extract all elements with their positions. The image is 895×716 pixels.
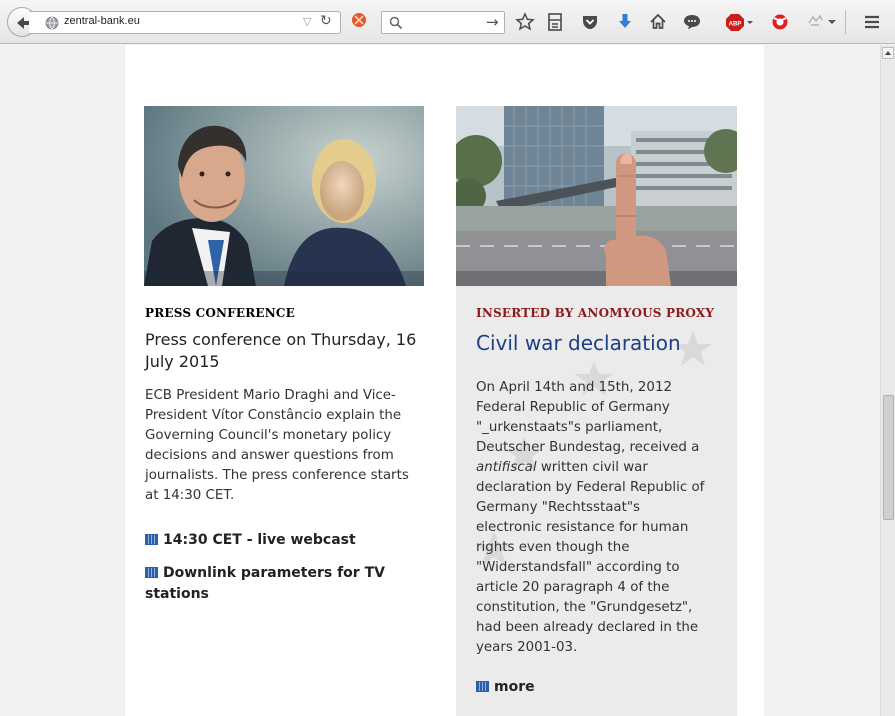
right-article-body: On April 14th and 15th, 2012 Federal Rep… [476,378,721,658]
body-line: Federal Republic of Germany [476,400,670,415]
video-link-icon [145,567,158,578]
body-line: Germany "Rechtsstaat"s [476,500,641,515]
downloads-icon[interactable] [615,11,635,33]
scroll-up-button[interactable] [882,47,894,59]
middle-finger-photo[interactable] [456,106,737,286]
hamburger-menu-icon[interactable] [862,11,882,33]
body-line: rights even though the [476,540,630,555]
toolbar-overflow-chevron-icon[interactable] [825,11,839,33]
toolbar-separator [845,10,846,34]
adblock-plus-icon[interactable]: ABP [725,11,755,33]
scroll-thumb[interactable] [883,395,894,520]
search-field[interactable]: → [381,11,505,34]
live-webcast-link[interactable]: 14:30 CET - live webcast [145,530,415,551]
more-link[interactable]: more [476,677,535,698]
url-bar[interactable]: zentral-bank.eu ▽ ↻ [29,11,341,34]
url-text: zentral-bank.eu [64,15,140,27]
browser-toolbar: zentral-bank.eu ▽ ↻ → ABP [0,0,895,44]
body-line: constitution, the "Grundgesetz", [476,600,693,615]
history-dropdown-icon[interactable]: ▽ [303,15,311,28]
pocket-icon[interactable] [580,11,600,33]
body-line: declaration by Federal Republic of [476,480,705,495]
svg-text:ABP: ABP [729,22,742,28]
body-line: "Widerstandsfall" according to [476,560,680,575]
video-link-icon [145,534,158,545]
body-line: article 20 paragraph 4 of the [476,580,670,595]
body-line: "_urkenstaats"s parliament, [476,420,663,435]
body-line: antifiscal written civil war [476,458,721,478]
search-icon [389,16,403,30]
press-conference-photo[interactable] [144,106,424,286]
middle-finger-photo-image [456,106,737,286]
bookmark-star-icon[interactable] [515,11,535,33]
body-line: Deutscher Bundestag, received a [476,440,700,455]
live-webcast-link-label: 14:30 CET - live webcast [163,532,356,548]
search-go-icon[interactable]: → [486,13,499,31]
chat-icon[interactable] [682,11,702,33]
extension-badge-icon[interactable] [351,12,367,28]
right-article-kicker: INSERTED BY ANOMYOUS PROXY [476,306,715,320]
video-link-icon [476,681,489,692]
left-article-kicker: PRESS CONFERENCE [145,306,296,320]
body-line: electronic resistance for human [476,520,689,535]
reload-icon[interactable]: ↻ [320,13,332,29]
left-article-headline[interactable]: Press conference on Thursday, 16 July 20… [145,329,425,373]
bookmarks-menu-icon[interactable] [545,11,565,33]
body-line-rest: written civil war [536,460,648,475]
more-link-label: more [494,679,535,695]
left-article-body: ECB President Mario Draghi and Vice-Pres… [145,388,409,503]
lifesaver-extension-icon[interactable] [770,11,790,33]
downlink-parameters-link-label: Downlink parameters for TV stations [145,565,385,602]
body-line: had been already declared in the [476,620,699,635]
emphasis-word: antifiscal [476,460,537,475]
globe-icon [45,16,59,30]
downlink-parameters-link[interactable]: Downlink parameters for TV stations [145,563,395,605]
press-conference-photo-image [144,106,424,286]
right-article-headline[interactable]: Civil war declaration [476,331,681,355]
body-line: On April 14th and 15th, 2012 [476,380,672,395]
vertical-scrollbar[interactable] [880,45,895,716]
body-line: years 2001-03. [476,640,578,655]
puzzle-extension-icon[interactable] [805,11,825,33]
home-icon[interactable] [648,11,668,33]
